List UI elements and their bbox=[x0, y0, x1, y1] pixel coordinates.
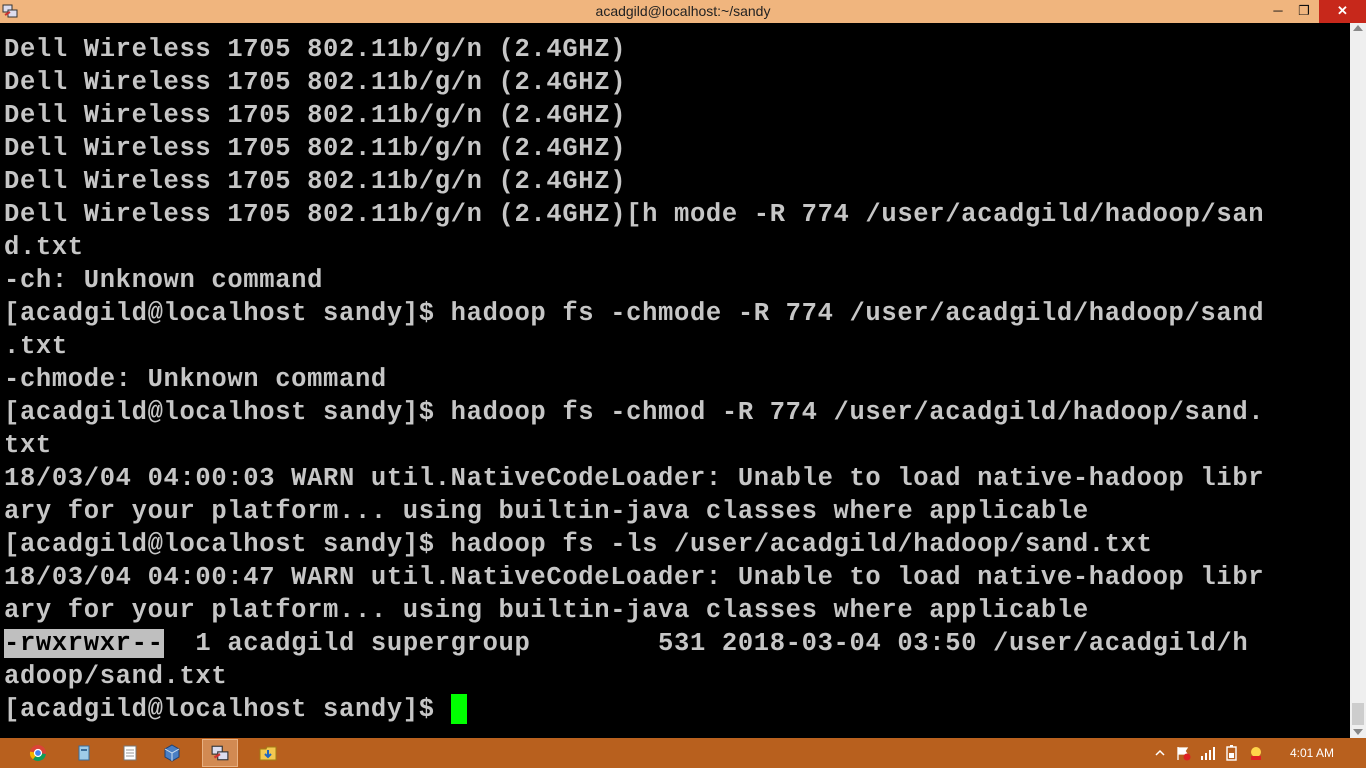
terminal-line: [acadgild@localhost sandy]$ hadoop fs -c… bbox=[4, 299, 1265, 328]
taskbar-clock[interactable]: 4:01 AM bbox=[1290, 746, 1334, 760]
taskbar-virtualbox-button[interactable] bbox=[154, 739, 190, 767]
terminal-line: Dell Wireless 1705 802.11b/g/n (2.4GHZ) bbox=[4, 68, 627, 97]
taskbar-downloads-button[interactable] bbox=[250, 739, 286, 767]
terminal-line: ary for your platform... using builtin-j… bbox=[4, 596, 1089, 625]
wifi-signal-icon[interactable] bbox=[1200, 744, 1216, 762]
terminal-line: Dell Wireless 1705 802.11b/g/n (2.4GHZ) bbox=[4, 35, 627, 64]
notepad-icon bbox=[123, 745, 137, 761]
ls-output-line: -rwxrwxr-- 1 acadgild supergroup 531 201… bbox=[4, 627, 1350, 660]
taskbar-explorer-button[interactable] bbox=[66, 739, 102, 767]
terminal-line: d.txt bbox=[4, 233, 84, 262]
chrome-icon bbox=[29, 745, 46, 762]
restore-button[interactable]: ❐ bbox=[1287, 0, 1321, 23]
terminal-line: 18/03/04 04:00:03 WARN util.NativeCodeLo… bbox=[4, 464, 1265, 493]
downloads-folder-icon bbox=[259, 746, 277, 761]
terminal-line: -chmode: Unknown command bbox=[4, 365, 387, 394]
prompt-line: [acadgild@localhost sandy]$ bbox=[4, 693, 1350, 726]
terminal-line: ary for your platform... using builtin-j… bbox=[4, 497, 1089, 526]
ls-output-rest: 1 acadgild supergroup 531 2018-03-04 03:… bbox=[163, 629, 1249, 658]
app-tray-icon[interactable] bbox=[1248, 744, 1264, 762]
close-button[interactable]: ✕ bbox=[1319, 0, 1366, 23]
terminal-line: [acadgild@localhost sandy]$ hadoop fs -l… bbox=[4, 530, 1153, 559]
virtualbox-icon bbox=[164, 744, 180, 762]
putty-icon bbox=[211, 745, 229, 761]
battery-icon[interactable] bbox=[1224, 744, 1240, 762]
terminal-line: Dell Wireless 1705 802.11b/g/n (2.4GHZ)[… bbox=[4, 200, 1265, 229]
terminal-line: -ch: Unknown command bbox=[4, 266, 324, 295]
terminal-line: Dell Wireless 1705 802.11b/g/n (2.4GHZ) bbox=[4, 167, 627, 196]
shell-prompt: [acadgild@localhost sandy]$ bbox=[4, 695, 451, 724]
terminal-output[interactable]: Dell Wireless 1705 802.11b/g/n (2.4GHZ) … bbox=[0, 23, 1350, 738]
terminal-line: [acadgild@localhost sandy]$ hadoop fs -c… bbox=[4, 398, 1265, 427]
scrollbar-thumb[interactable] bbox=[1352, 703, 1364, 725]
action-center-flag-icon[interactable] bbox=[1175, 744, 1191, 762]
terminal-line: Dell Wireless 1705 802.11b/g/n (2.4GHZ) bbox=[4, 101, 627, 130]
terminal-scrollbar[interactable] bbox=[1350, 23, 1366, 738]
scroll-up-arrow-icon[interactable] bbox=[1353, 25, 1363, 31]
explorer-icon bbox=[78, 745, 90, 761]
terminal-line: txt bbox=[4, 431, 52, 460]
taskbar-putty-button[interactable] bbox=[202, 739, 238, 767]
terminal-line: adoop/sand.txt bbox=[4, 662, 228, 691]
taskbar-chrome-button[interactable] bbox=[20, 739, 56, 767]
window-title: acadgild@localhost:~/sandy bbox=[595, 3, 771, 19]
terminal-line: 18/03/04 04:00:47 WARN util.NativeCodeLo… bbox=[4, 563, 1265, 592]
show-hidden-icons-icon[interactable] bbox=[1155, 744, 1165, 762]
terminal-line: .txt bbox=[4, 332, 68, 361]
scroll-down-arrow-icon[interactable] bbox=[1353, 729, 1363, 735]
taskbar: 4:01 AM bbox=[0, 738, 1366, 768]
terminal-line: Dell Wireless 1705 802.11b/g/n (2.4GHZ) bbox=[4, 134, 627, 163]
selected-permissions-text[interactable]: -rwxrwxr-- bbox=[4, 629, 164, 658]
taskbar-notepad-button[interactable] bbox=[112, 739, 148, 767]
window-titlebar[interactable]: acadgild@localhost:~/sandy ─ ❐ ✕ bbox=[0, 0, 1366, 23]
terminal-cursor bbox=[450, 694, 467, 724]
